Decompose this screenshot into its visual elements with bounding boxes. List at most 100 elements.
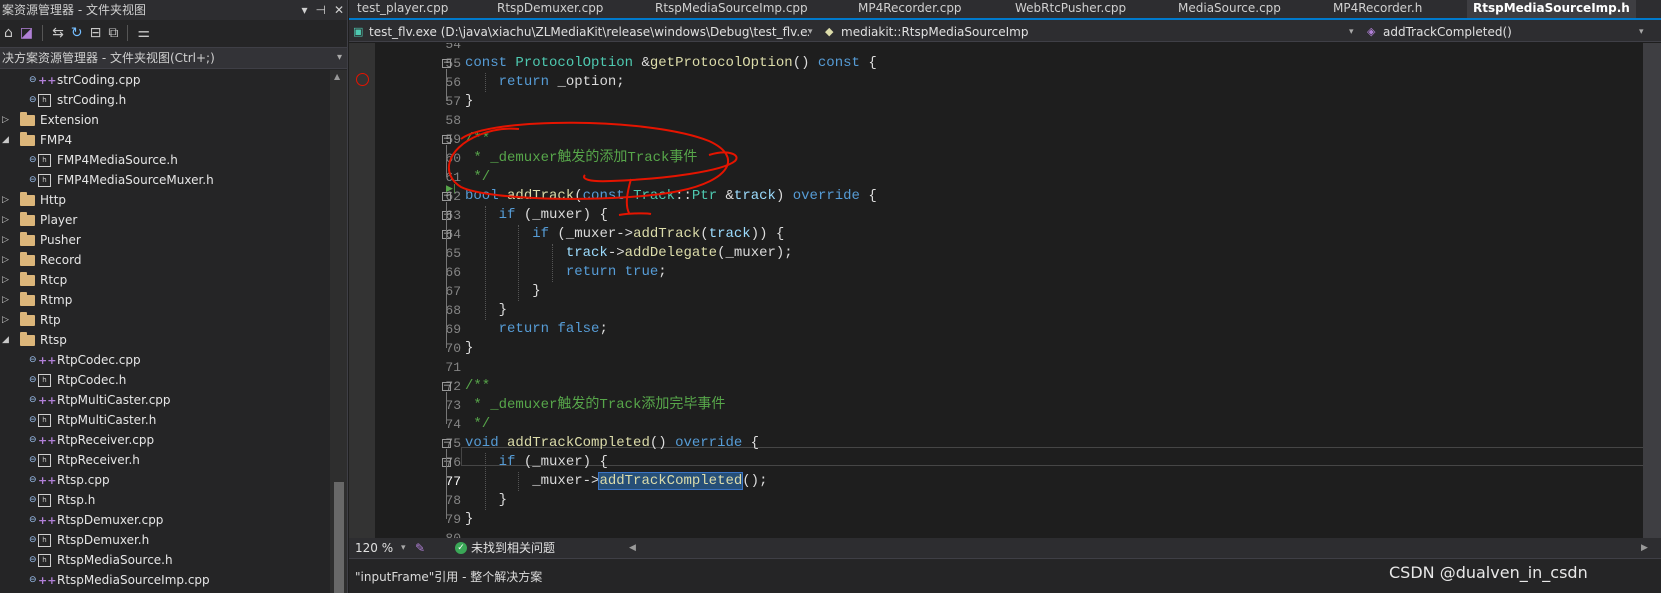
code-line[interactable]: /**: [465, 377, 490, 396]
project-dropdown[interactable]: test_flv.exe (D:\java\xiachu\ZLMediaKit\…: [369, 22, 809, 42]
code-editor[interactable]: 54 55 56 57 58 59 60 61 62 63 64 65 66 67 68 69 70 71 72 73…: [349, 43, 1661, 538]
intellicode-icon[interactable]: ✎: [415, 538, 425, 558]
code-line[interactable]: }: [465, 282, 540, 301]
scroll-left-icon[interactable]: ◀: [629, 538, 636, 558]
chevron-down-icon[interactable]: ▾: [401, 538, 406, 558]
collapsed-arrow-icon[interactable]: ▷: [2, 310, 12, 330]
tree-file[interactable]: ⊖ ++ Rtsp.cpp: [0, 470, 330, 490]
breakpoint-icon[interactable]: [356, 73, 369, 86]
expanded-arrow-icon[interactable]: ◢: [2, 330, 12, 350]
code-line[interactable]: /**: [465, 130, 490, 149]
tree-file[interactable]: ⊖ h RtpReceiver.h: [0, 450, 330, 470]
dropdown-icon[interactable]: ▾: [301, 0, 307, 20]
collapsed-arrow-icon[interactable]: ▷: [2, 210, 12, 230]
tree-file[interactable]: ⊖ ++ RtspMediaSourceImp.cpp: [0, 570, 330, 590]
code-line[interactable]: }: [465, 92, 473, 111]
chevron-down-icon[interactable]: ▾: [1639, 22, 1644, 42]
zoom-level[interactable]: 120 %: [355, 538, 393, 558]
tree-file[interactable]: ⊖ ++ RtpCodec.cpp: [0, 350, 330, 370]
expanded-arrow-icon[interactable]: ◢: [2, 130, 12, 150]
collapsed-arrow-icon[interactable]: ▷: [2, 290, 12, 310]
scroll-right-icon[interactable]: ▶: [1641, 538, 1648, 558]
tree-file[interactable]: ⊖ h FMP4MediaSource.h: [0, 150, 330, 170]
collapse-region-icon[interactable]: −: [442, 59, 451, 68]
scroll-up-icon[interactable]: ▲: [334, 72, 340, 81]
tree-file[interactable]: ⊖ h RtpMultiCaster.h: [0, 410, 330, 430]
refresh-icon[interactable]: ↻: [71, 25, 83, 41]
collapse-region-icon[interactable]: −: [442, 382, 451, 391]
home-icon[interactable]: ⌂: [4, 25, 13, 41]
tree-file[interactable]: ⊖ h Rtsp.h: [0, 490, 330, 510]
code-line[interactable]: return true;: [465, 263, 667, 282]
tab-mediasource-cpp[interactable]: MediaSource.cpp: [1178, 0, 1281, 18]
code-line[interactable]: */: [465, 415, 490, 434]
chevron-down-icon[interactable]: ▾: [1349, 22, 1354, 42]
tree-file[interactable]: ⊖ h RtspDemuxer.h: [0, 530, 330, 550]
outlining-margin[interactable]: −−−−−−−−: [437, 43, 461, 538]
code-line[interactable]: * _demuxer触发的添加Track事件: [465, 149, 697, 168]
tree-file[interactable]: ⊖ h strCoding.h: [0, 90, 330, 110]
code-line[interactable]: return false;: [465, 320, 608, 339]
code-line[interactable]: _muxer->addTrackCompleted();: [465, 472, 768, 491]
tab-rtspmediasourceimp-h[interactable]: RtspMediaSourceImp.h: [1467, 0, 1636, 18]
solution-explorer-search-input[interactable]: 决方案资源管理器 - 文件夹视图(Ctrl+;) ▾: [0, 47, 347, 69]
code-line[interactable]: if (_muxer) {: [465, 453, 608, 472]
close-icon[interactable]: ✕: [334, 0, 344, 20]
breakpoint-margin[interactable]: [349, 43, 375, 538]
solution-explorer-scrollbar[interactable]: ▲: [330, 70, 347, 593]
tree-folder[interactable]: ◢ FMP4: [0, 130, 330, 150]
code-line[interactable]: */: [465, 168, 490, 187]
tab-test-player-cpp[interactable]: test_player.cpp: [357, 0, 448, 18]
code-line[interactable]: const ProtocolOption &getProtocolOption(…: [465, 54, 877, 73]
tree-file[interactable]: ⊖ ++ RtspDemuxer.cpp: [0, 510, 330, 530]
tab-webrtcpusher-cpp[interactable]: WebRtcPusher.cpp: [1015, 0, 1126, 18]
code-line[interactable]: return _option;: [465, 73, 625, 92]
chevron-down-icon[interactable]: ▾: [808, 22, 813, 42]
run-to-click-icon[interactable]: ▶|: [446, 184, 456, 194]
collapsed-arrow-icon[interactable]: ▷: [2, 250, 12, 270]
collapse-region-icon[interactable]: −: [442, 439, 451, 448]
tree-file[interactable]: ⊖ ++ strCoding.cpp: [0, 70, 330, 90]
switch-views-icon[interactable]: ◪: [20, 25, 33, 41]
tree-folder[interactable]: ◢ Rtsp: [0, 330, 330, 350]
issues-status[interactable]: 未找到相关问题: [471, 538, 555, 558]
tree-folder[interactable]: ▷ Http: [0, 190, 330, 210]
code-line[interactable]: if (_muxer->addTrack(track)) {: [465, 225, 784, 244]
code-line[interactable]: if (_muxer) {: [465, 206, 608, 225]
collapsed-arrow-icon[interactable]: ▷: [2, 270, 12, 290]
code-text[interactable]: const ProtocolOption &getProtocolOption(…: [465, 43, 1645, 538]
tree-file[interactable]: ⊖ ++ RtpMultiCaster.cpp: [0, 390, 330, 410]
collapse-region-icon[interactable]: −: [442, 135, 451, 144]
tree-file[interactable]: ⊖ h FMP4MediaSourceMuxer.h: [0, 170, 330, 190]
code-line[interactable]: track->addDelegate(_muxer);: [465, 244, 793, 263]
member-dropdown[interactable]: addTrackCompleted(): [1383, 22, 1512, 42]
tab-mp4recorder-h[interactable]: MP4Recorder.h: [1333, 0, 1422, 18]
collapsed-arrow-icon[interactable]: ▷: [2, 230, 12, 250]
code-line[interactable]: bool addTrack(const Track::Ptr &track) o…: [465, 187, 877, 206]
tab-rtspdemuxer-cpp[interactable]: RtspDemuxer.cpp: [497, 0, 603, 18]
tree-folder[interactable]: ▷ Pusher: [0, 230, 330, 250]
editor-scrollbar[interactable]: [1643, 43, 1661, 538]
properties-icon[interactable]: ⚌: [137, 25, 150, 41]
code-line[interactable]: * _demuxer触发的Track添加完毕事件: [465, 396, 725, 415]
tab-mp4recorder-cpp[interactable]: MP4Recorder.cpp: [858, 0, 962, 18]
tree-folder[interactable]: ▷ Rtp: [0, 310, 330, 330]
tree-file[interactable]: ⊖ h RtpCodec.h: [0, 370, 330, 390]
code-line[interactable]: }: [465, 510, 473, 529]
code-line[interactable]: }: [465, 491, 507, 510]
scrollbar-thumb[interactable]: [334, 482, 344, 593]
back-icon[interactable]: ⇆: [52, 25, 64, 41]
tree-folder[interactable]: ▷ Record: [0, 250, 330, 270]
pin-icon[interactable]: ⊣: [315, 0, 325, 20]
show-all-files-icon[interactable]: ⧉: [108, 25, 118, 41]
tree-file[interactable]: ⊖ h RtspMediaSource.h: [0, 550, 330, 570]
collapse-all-icon[interactable]: ⊟: [90, 25, 102, 41]
tree-folder[interactable]: ▷ Rtcp: [0, 270, 330, 290]
code-line[interactable]: void addTrackCompleted() override {: [465, 434, 759, 453]
collapsed-arrow-icon[interactable]: ▷: [2, 110, 12, 130]
tab-rtspmediasourceimp-cpp[interactable]: RtspMediaSourceImp.cpp: [655, 0, 808, 18]
tree-folder[interactable]: ▷ Extension: [0, 110, 330, 130]
tree-folder[interactable]: ▷ Rtmp: [0, 290, 330, 310]
code-line[interactable]: }: [465, 339, 473, 358]
tree-file[interactable]: ⊖ ++ RtpReceiver.cpp: [0, 430, 330, 450]
